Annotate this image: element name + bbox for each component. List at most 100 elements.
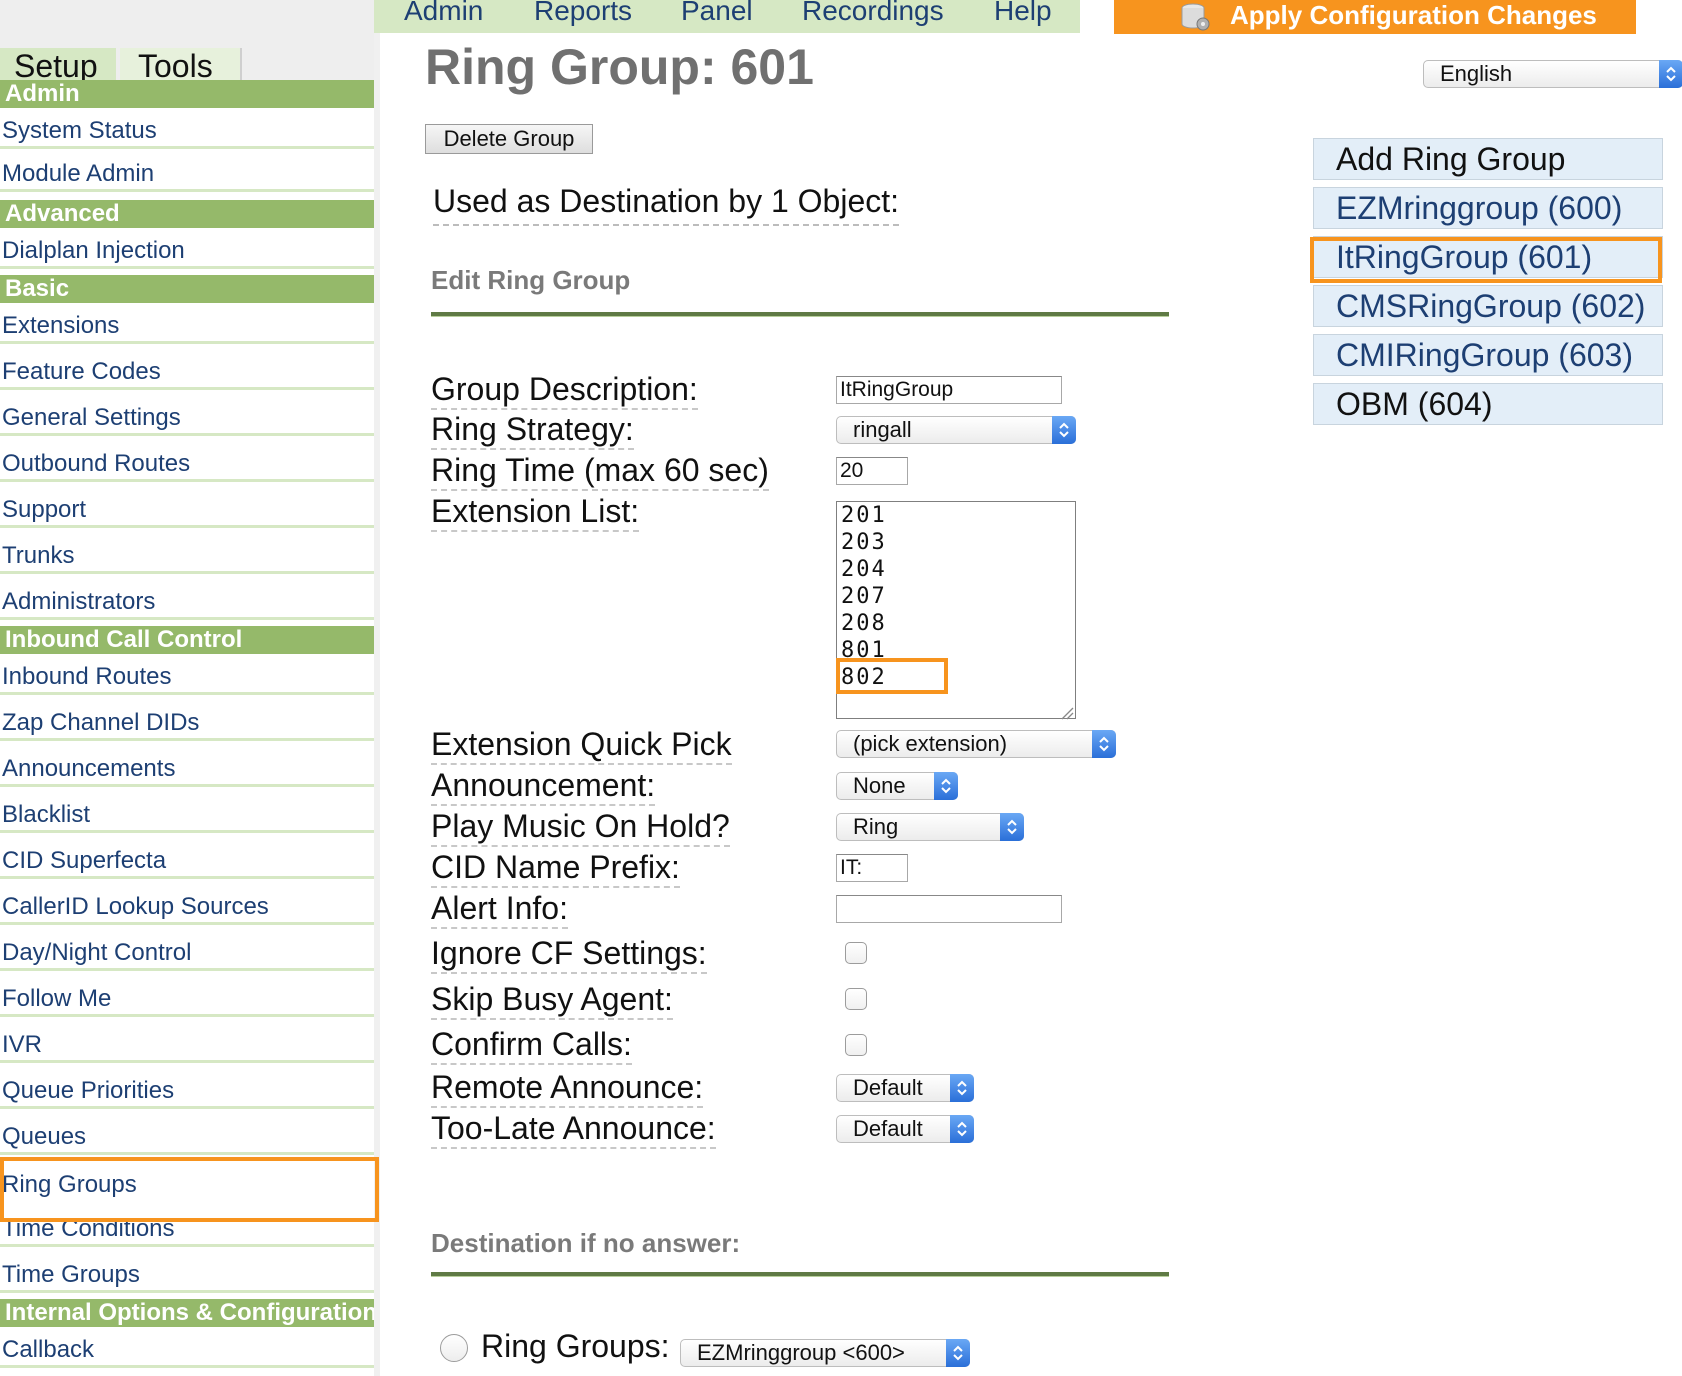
ring-strategy-value: ringall (853, 417, 912, 442)
extension-entry: 203 (841, 530, 887, 555)
destination-ring-groups-label: Ring Groups: (481, 1328, 670, 1364)
section-divider (431, 1272, 1169, 1277)
highlight-ring-groups (0, 1157, 379, 1222)
section-divider (431, 312, 1169, 317)
sidebar-item-outbound-routes[interactable]: Outbound Routes (0, 449, 374, 482)
highlight-ring-group-601 (1310, 237, 1662, 283)
label-ring-time: Ring Time (max 60 sec) (431, 451, 769, 491)
sidebar-item-time-groups[interactable]: Time Groups (0, 1260, 374, 1293)
apply-config-button[interactable]: Apply Configuration Changes (1114, 0, 1636, 34)
extension-entry: 204 (841, 557, 887, 582)
ring-strategy-select[interactable]: ringall (836, 416, 1076, 444)
label-ring-strategy: Ring Strategy: (431, 410, 634, 450)
remote-announce-select[interactable]: Default (836, 1074, 974, 1102)
sidebar-item-queues[interactable]: Queues (0, 1122, 374, 1155)
tab-setup[interactable]: Setup (0, 48, 116, 84)
too-late-announce-value: Default (853, 1116, 923, 1141)
label-alert-info: Alert Info: (431, 889, 568, 929)
sidebar-item-system-status[interactable]: System Status (0, 116, 374, 149)
add-ring-group-link[interactable]: Add Ring Group (1313, 138, 1663, 180)
extension-entry: 207 (841, 584, 887, 609)
nav-panel[interactable]: Panel (681, 0, 753, 27)
confirm-calls-checkbox[interactable] (845, 1034, 867, 1056)
tab-tools[interactable]: Tools (120, 48, 242, 84)
sidebar-header-inbound-call-control: Inbound Call Control (0, 626, 374, 654)
sidebar-item-callback[interactable]: Callback (0, 1335, 374, 1368)
sidebar-item-callerid-lookup-sources[interactable]: CallerID Lookup Sources (0, 892, 374, 925)
label-too-late-announce: Too-Late Announce: (431, 1109, 716, 1149)
nav-reports[interactable]: Reports (534, 0, 632, 27)
group-description-input[interactable]: ItRingGroup (836, 376, 1062, 404)
select-arrows-icon (1052, 416, 1076, 444)
nav-recordings[interactable]: Recordings (802, 0, 944, 27)
apply-config-label: Apply Configuration Changes (1230, 0, 1597, 30)
cid-name-prefix-input[interactable]: IT: (836, 854, 908, 882)
too-late-announce-select[interactable]: Default (836, 1115, 974, 1143)
sidebar-item-follow-me[interactable]: Follow Me (0, 984, 374, 1017)
nav-help[interactable]: Help (994, 0, 1052, 27)
label-confirm-calls: Confirm Calls: (431, 1025, 632, 1065)
sidebar-item-day-night-control[interactable]: Day/Night Control (0, 938, 374, 971)
label-remote-announce: Remote Announce: (431, 1068, 704, 1108)
sidebar-item-zap-channel-dids[interactable]: Zap Channel DIDs (0, 708, 374, 741)
ring-group-link-600[interactable]: EZMringgroup (600) (1313, 187, 1663, 229)
nav-admin[interactable]: Admin (404, 0, 483, 27)
sidebar-header-advanced: Advanced (0, 200, 374, 228)
database-gear-icon (1180, 2, 1212, 32)
skip-busy-agent-checkbox[interactable] (845, 988, 867, 1010)
highlight-extension-802 (836, 658, 948, 694)
select-arrows-icon (1659, 60, 1682, 88)
language-select[interactable]: English (1423, 60, 1682, 88)
select-arrows-icon (934, 772, 958, 800)
page-title: Ring Group: 601 (425, 39, 814, 95)
sidebar-item-general-settings[interactable]: General Settings (0, 403, 374, 436)
sidebar-item-announcements[interactable]: Announcements (0, 754, 374, 787)
extension-entry: 208 (841, 611, 887, 636)
ring-group-link-604[interactable]: OBM (604) (1313, 383, 1663, 425)
label-ignore-cf-settings: Ignore CF Settings: (431, 934, 707, 974)
sidebar-item-trunks[interactable]: Trunks (0, 541, 374, 574)
ignore-cf-checkbox[interactable] (845, 942, 867, 964)
select-arrows-icon (1092, 730, 1116, 758)
destination-ring-group-select[interactable]: EZMringgroup <600> (680, 1339, 970, 1367)
sidebar-item-support[interactable]: Support (0, 495, 374, 528)
sidebar-item-queue-priorities[interactable]: Queue Priorities (0, 1076, 374, 1109)
label-extension-quick-pick: Extension Quick Pick (431, 725, 732, 765)
sidebar-item-blacklist[interactable]: Blacklist (0, 800, 374, 833)
select-arrows-icon (950, 1115, 974, 1143)
quick-pick-value: (pick extension) (853, 731, 1008, 756)
announcement-select[interactable]: None (836, 772, 958, 800)
ring-group-link-603[interactable]: CMIRingGroup (603) (1313, 334, 1663, 376)
label-extension-list: Extension List: (431, 492, 640, 532)
ring-group-link-602[interactable]: CMSRingGroup (602) (1313, 285, 1663, 327)
sidebar-item-extensions[interactable]: Extensions (0, 311, 374, 344)
sidebar-item-cid-superfecta[interactable]: CID Superfecta (0, 846, 374, 879)
alert-info-input[interactable] (836, 895, 1062, 923)
used-as-destination[interactable]: Used as Destination by 1 Object: (433, 183, 900, 226)
select-arrows-icon (950, 1074, 974, 1102)
sidebar-item-ivr[interactable]: IVR (0, 1030, 374, 1063)
section-destination-if-no-answer: Destination if no answer: (431, 1228, 741, 1258)
sidebar-item-module-admin[interactable]: Module Admin (0, 159, 374, 192)
music-on-hold-select[interactable]: Ring (836, 813, 1024, 841)
label-play-music-on-hold: Play Music On Hold? (431, 807, 730, 847)
sidebar-header-admin: Admin (0, 80, 374, 108)
language-value: English (1440, 61, 1513, 86)
ring-time-input[interactable]: 20 (836, 457, 908, 485)
label-cid-name-prefix: CID Name Prefix: (431, 848, 680, 888)
destination-ring-groups-radio[interactable] (440, 1334, 468, 1362)
label-announcement: Announcement: (431, 766, 656, 806)
sidebar-header-basic: Basic (0, 275, 374, 303)
announcement-value: None (853, 773, 906, 798)
sidebar-item-inbound-routes[interactable]: Inbound Routes (0, 662, 374, 695)
sidebar-item-administrators[interactable]: Administrators (0, 587, 374, 620)
extension-quick-pick-select[interactable]: (pick extension) (836, 730, 1116, 758)
delete-group-button[interactable]: Delete Group (425, 124, 593, 154)
sidebar-item-dialplan-injection[interactable]: Dialplan Injection (0, 236, 374, 269)
sidebar-header-internal-options: Internal Options & Configuration (0, 1299, 374, 1327)
remote-announce-value: Default (853, 1075, 923, 1100)
resize-handle-icon[interactable] (1058, 701, 1074, 720)
section-edit-ring-group: Edit Ring Group (431, 265, 631, 295)
sidebar-item-feature-codes[interactable]: Feature Codes (0, 357, 374, 390)
select-arrows-icon (1000, 813, 1024, 841)
